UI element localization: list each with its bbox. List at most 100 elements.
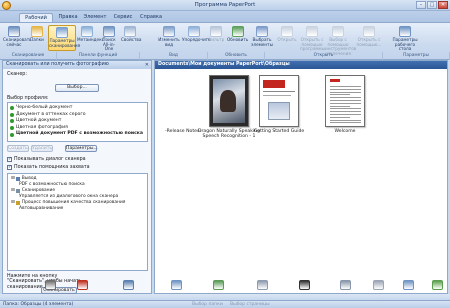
scan-pane: Сканировать или получить фотографию ✕ Ск… <box>2 60 152 294</box>
document-welcome[interactable]: Welcome <box>319 129 371 134</box>
ribbon-button-sort[interactable]: Упорядочить <box>182 25 211 51</box>
letter-logo <box>330 79 340 82</box>
fax-icon[interactable] <box>299 280 310 290</box>
tab-edit[interactable]: Правка <box>56 13 80 22</box>
extract-icon <box>332 26 344 37</box>
spreadsheet-icon[interactable] <box>213 280 224 290</box>
tab-item[interactable]: Элемент <box>82 13 108 22</box>
ribbon-button-scan-settings[interactable]: Параметры сканирования <box>48 25 80 51</box>
collapse-icon[interactable]: ⊟ <box>11 188 15 194</box>
ftp-icon[interactable] <box>373 280 384 290</box>
ribbon-button-search[interactable]: Поиск All-in-One <box>99 25 119 51</box>
show-capture-assistant-checkbox[interactable]: ✓ <box>7 165 12 170</box>
create-profile-button[interactable]: Создать... <box>7 145 32 152</box>
document-icon[interactable] <box>171 280 182 290</box>
ribbon-button-label: Выбрать элементы <box>251 37 273 47</box>
document-dragon-thumbnail[interactable] <box>209 75 249 127</box>
ribbon-group-label: Вид <box>140 52 208 60</box>
profile-item[interactable]: Черно-белый документ <box>8 105 147 112</box>
profile-item[interactable]: Цветной документ <box>8 118 147 125</box>
ribbon-button-label: Параметры рабочего стола <box>392 37 418 52</box>
letter-line <box>330 88 361 90</box>
ribbon-button-metaindex[interactable]: Метаиндекс <box>77 25 104 51</box>
ribbon-button-select-items[interactable]: Выбрать элементы <box>250 25 274 51</box>
ribbon-button-desktop-settings[interactable]: Параметры рабочего стола <box>389 25 421 51</box>
tab-desktop[interactable]: Рабочий стол <box>19 13 53 30</box>
metaindex-icon <box>81 26 93 37</box>
letter-line <box>330 86 361 87</box>
delete-profile-button[interactable]: Удалить <box>31 145 53 152</box>
open-with-icon <box>306 26 318 37</box>
letter-line <box>330 105 350 107</box>
ribbon-button-view[interactable]: Изменить вид <box>158 25 180 51</box>
sort-icon <box>188 26 200 37</box>
guide-illustration <box>268 102 290 120</box>
ocr-icon[interactable] <box>340 280 351 290</box>
scan-pane-title: Сканировать или получить фотографию <box>3 61 151 69</box>
ribbon-button-refresh[interactable]: Обновить <box>227 25 248 51</box>
letter-line <box>330 97 361 99</box>
notepad-icon[interactable] <box>257 280 268 290</box>
folders-icon <box>31 26 43 37</box>
ebook-icon[interactable] <box>432 280 443 290</box>
document-guide[interactable]: Getting Started Guide <box>253 129 305 134</box>
profile-settings-button[interactable]: Параметры... <box>65 145 98 152</box>
ribbon-button-label: Открыть с помощью программы <box>300 37 326 52</box>
collapse-icon[interactable]: ⊟ <box>11 200 15 206</box>
letter-line <box>330 94 350 96</box>
mail-icon[interactable] <box>403 280 414 290</box>
scan-icon <box>15 189 20 193</box>
send-to-icon[interactable] <box>45 280 56 290</box>
ribbon-group-label: Панели функций <box>57 52 140 60</box>
guide-title-block <box>263 80 285 88</box>
profile-status-icon <box>10 126 14 131</box>
open-icon <box>281 26 293 37</box>
scan-settings-tree: ⊟ Вывод PDF с возможностью поиска ⊟ Сканиров… <box>7 173 148 271</box>
ribbon-button-label: Папки <box>30 37 44 42</box>
ribbon-button-label: Изменить вид <box>158 37 180 47</box>
ribbon-button-folders[interactable]: Папки <box>27 25 47 51</box>
tab-help[interactable]: Справка <box>138 13 164 22</box>
profile-label: Выбор профиля: <box>7 96 49 101</box>
profile-status-icon <box>10 132 14 137</box>
ribbon-button-label: Обновить <box>227 37 249 42</box>
refresh-icon <box>231 26 244 37</box>
ribbon-button-scanner[interactable]: Сканировать сейчас <box>3 25 32 51</box>
document-welcome-thumbnail[interactable] <box>325 75 365 127</box>
tab-tools[interactable]: Сервис <box>110 13 136 22</box>
show-scanner-dialog-label: Показывать диалог сканера <box>14 157 86 162</box>
letter-line <box>330 119 361 121</box>
profile-label: Черно-белый документ <box>16 105 73 110</box>
guide-line <box>263 95 291 96</box>
pdf-icon[interactable] <box>77 280 88 290</box>
ribbon-button-filter[interactable]: Фильтр <box>207 25 225 51</box>
paint-icon[interactable] <box>123 280 134 290</box>
tree-item[interactable]: Автовыравнивание <box>8 206 147 212</box>
select-scanner-button[interactable]: Выбор... <box>55 84 99 92</box>
profile-status-icon <box>10 119 14 124</box>
close-pane-icon[interactable]: ✕ <box>145 61 149 69</box>
document-guide-thumbnail[interactable] <box>259 75 299 127</box>
letter-line <box>330 91 361 93</box>
title-bar: Программа PaperPort – □ ✕ <box>0 0 450 11</box>
ribbon-group-label: Параметры <box>383 52 450 60</box>
ribbon-button-open[interactable]: Открыть <box>276 25 298 51</box>
view-icon <box>163 26 175 37</box>
ribbon-button-open-with-program[interactable]: Открыть с помощью... <box>352 25 386 51</box>
minimize-button[interactable]: – <box>416 1 426 9</box>
maximize-button[interactable]: □ <box>427 1 437 9</box>
ribbon-button-properties[interactable]: Свойства <box>121 25 141 51</box>
status-bar: Папка: Образцы (4 элемента) Выбор папки … <box>0 300 450 308</box>
ribbon-tabs: Рабочий стол Правка Элемент Сервис Справ… <box>0 11 450 30</box>
ribbon-button-open-with[interactable]: Открыть с помощью программы <box>300 25 326 52</box>
documents-pane: Documents\Мои документы PaperPort\Образц… <box>154 60 448 294</box>
show-scanner-dialog-checkbox[interactable]: ✓ <box>7 157 12 162</box>
ribbon-group-label: Сканирование <box>0 52 57 60</box>
collapse-icon[interactable]: ⊟ <box>11 176 15 182</box>
close-button[interactable]: ✕ <box>438 1 448 9</box>
profile-item[interactable]: Цветной документ PDF с возможностью поис… <box>8 131 147 138</box>
properties-icon <box>124 26 136 37</box>
select-items-icon <box>256 26 268 37</box>
ribbon-button-extract[interactable]: Выбор с помощью инструментов извлечения <box>325 25 356 56</box>
profile-label: Цветной документ <box>16 118 62 124</box>
